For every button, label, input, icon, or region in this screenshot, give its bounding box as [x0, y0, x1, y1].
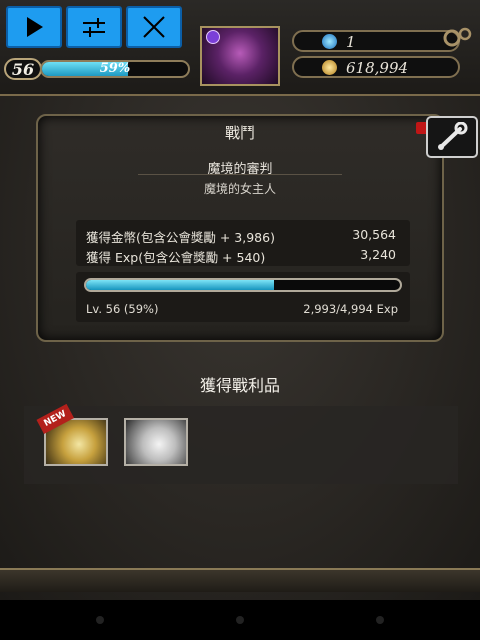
player-exp-bar: 59% [40, 60, 190, 78]
reward-stats: 獲得金幣(包含公會獎勵 + 3,986) 30,564 獲得 Exp(包含公會獎… [76, 220, 410, 266]
gear-icon[interactable] [440, 26, 474, 48]
gold-value: 618,994 [346, 59, 409, 77]
loot-title: 獲得戰利品 [199, 376, 280, 395]
gold-reward-value: 30,564 [352, 227, 396, 242]
level-progress: Lv. 56 (59%) 2,993/4,994 Exp [76, 272, 410, 322]
level-progress-fill [86, 280, 275, 290]
gold-coin-icon [322, 60, 337, 75]
recent-nav-icon[interactable] [376, 616, 384, 624]
settings-button[interactable] [66, 6, 122, 48]
exp-reward-row: 獲得 Exp(包含公會獎勵 + 540) 3,240 [86, 244, 400, 265]
gem-icon [322, 34, 337, 49]
player-avatar[interactable] [200, 26, 280, 86]
game-screen: 56 59% 1 618,994 戰鬥 魔境的審判 魔境的女主人 獲得金幣(包含… [0, 0, 480, 600]
top-hud: 56 59% 1 618,994 [0, 0, 480, 96]
stage-divider [138, 174, 342, 175]
back-nav-icon[interactable] [96, 616, 104, 624]
loot-item-silver-coin[interactable] [124, 418, 188, 466]
gold-counter: 618,994 [292, 56, 460, 78]
exp-reward-value: 3,240 [360, 247, 396, 262]
exp-reward-label: 獲得 Exp(包含公會獎勵 + 540) [86, 250, 266, 265]
close-icon [143, 16, 165, 38]
level-progress-bar [84, 278, 402, 292]
play-button[interactable] [6, 6, 62, 48]
close-button[interactable] [126, 6, 182, 48]
wrench-icon [438, 122, 468, 150]
moon-icon [206, 30, 220, 44]
exp-progress-text: 2,993/4,994 Exp [303, 302, 398, 316]
gem-value: 1 [346, 33, 356, 51]
stage-boss: 魔境的女主人 [203, 182, 276, 196]
home-nav-icon[interactable] [236, 616, 244, 624]
system-nav-bar [0, 600, 480, 640]
wrench-button[interactable] [426, 116, 478, 158]
play-icon [27, 17, 43, 37]
player-exp-percent: 59% [99, 61, 131, 76]
battle-result-panel: 戰鬥 魔境的審判 魔境的女主人 獲得金幣(包含公會獎勵 + 3,986) 30,… [36, 114, 444, 342]
bottom-frame [0, 568, 480, 592]
level-label: Lv. 56 (59%) [86, 302, 159, 316]
gold-reward-row: 獲得金幣(包含公會獎勵 + 3,986) 30,564 [86, 224, 400, 245]
gem-counter: 1 [292, 30, 460, 52]
panel-title: 戰鬥 [224, 124, 255, 142]
player-level: 56 [4, 58, 42, 80]
sliders-icon [83, 18, 105, 37]
